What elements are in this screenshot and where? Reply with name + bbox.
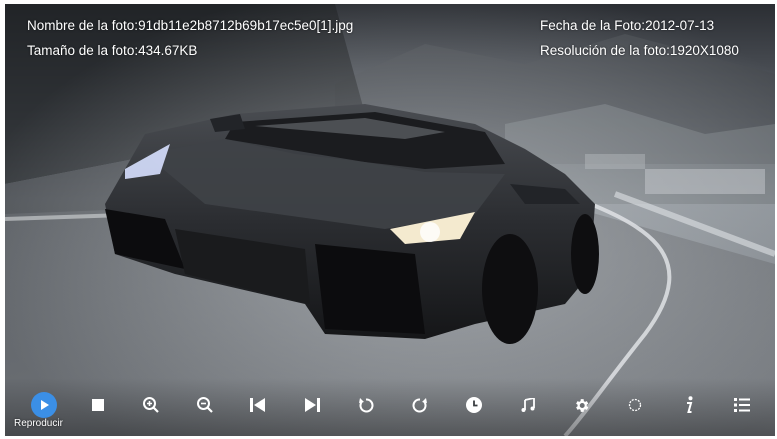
- photo-name-value: 91db11e2b8712b69b17ec5e0[1].jpg: [138, 18, 354, 33]
- play-icon: [31, 392, 57, 418]
- stop-icon: [92, 399, 104, 411]
- info-icon: [687, 396, 693, 413]
- photo-date-value: 2012-07-13: [645, 18, 715, 33]
- loading-button[interactable]: [620, 390, 650, 420]
- photo-image: [5, 4, 775, 436]
- next-button[interactable]: [297, 390, 327, 420]
- settings-icon: [575, 398, 588, 412]
- photo-name-info: Nombre de la foto:91db11e2b8712b69b17ec5…: [27, 18, 353, 33]
- next-icon: [305, 398, 320, 412]
- media-toolbar: [5, 378, 775, 436]
- info-button[interactable]: [674, 390, 704, 420]
- settings-button[interactable]: [566, 390, 596, 420]
- photo-viewer: Nombre de la foto:91db11e2b8712b69b17ec5…: [5, 4, 775, 436]
- zoom-out-button[interactable]: [190, 390, 220, 420]
- stop-button[interactable]: [83, 390, 113, 420]
- previous-button[interactable]: [243, 390, 273, 420]
- photo-size-info: Tamaño de la foto:434.67KB: [27, 43, 197, 58]
- play-label: Reproducir: [14, 418, 63, 429]
- photo-resolution-label: Resolución de la foto:: [540, 43, 670, 58]
- list-icon: [734, 398, 750, 412]
- rotate-right-icon: [412, 398, 427, 413]
- photo-resolution-info: Resolución de la foto:1920X1080: [540, 43, 739, 58]
- timer-button[interactable]: [459, 390, 489, 420]
- music-button[interactable]: [513, 390, 543, 420]
- zoom-out-icon: [197, 397, 213, 413]
- zoom-in-button[interactable]: [136, 390, 166, 420]
- rotate-left-icon: [359, 398, 374, 413]
- list-button[interactable]: [727, 390, 757, 420]
- music-icon: [521, 398, 535, 412]
- zoom-in-icon: [143, 397, 159, 413]
- rotate-right-button[interactable]: [405, 390, 435, 420]
- play-button[interactable]: [29, 390, 59, 420]
- rotate-left-button[interactable]: [351, 390, 381, 420]
- photo-date-info: Fecha de la Foto:2012-07-13: [540, 18, 714, 33]
- photo-name-label: Nombre de la foto:: [27, 18, 139, 33]
- photo-size-label: Tamaño de la foto:: [27, 43, 139, 58]
- loading-icon: [628, 398, 642, 412]
- photo-date-label: Fecha de la Foto:: [540, 18, 646, 33]
- clock-icon: [466, 397, 482, 413]
- photo-resolution-value: 1920X1080: [669, 43, 739, 58]
- photo-size-value: 434.67KB: [138, 43, 198, 58]
- previous-icon: [250, 398, 265, 412]
